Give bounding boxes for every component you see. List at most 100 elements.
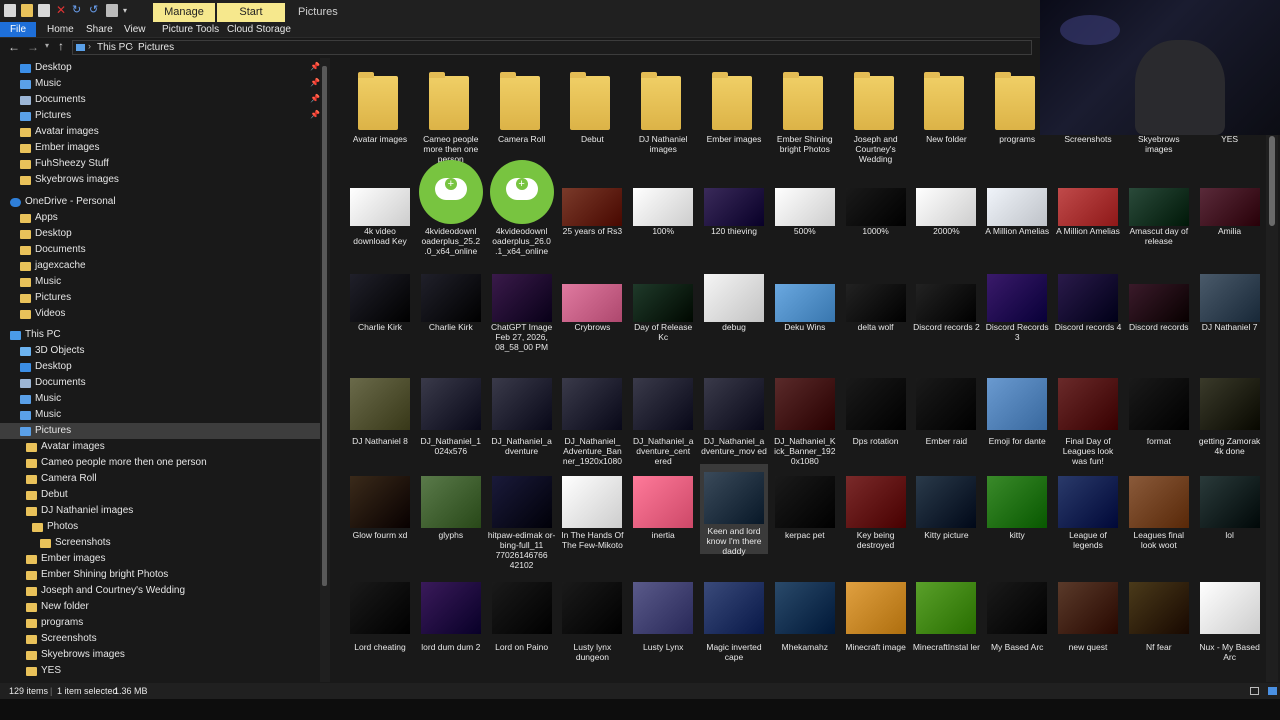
- tab-picture-tools[interactable]: Picture Tools: [162, 22, 219, 37]
- file-item[interactable]: kitty: [983, 468, 1051, 558]
- tab-cloud-storage[interactable]: Cloud Storage: [227, 22, 291, 37]
- file-item[interactable]: Discord records 4: [1054, 264, 1122, 354]
- file-item[interactable]: 4k video download Key: [346, 168, 414, 258]
- file-item[interactable]: Ember Shining bright Photos: [771, 72, 839, 162]
- file-item[interactable]: Deku Wins: [771, 264, 839, 354]
- large-icons-view-icon[interactable]: [1268, 687, 1277, 695]
- breadcrumb-pictures[interactable]: Pictures: [138, 42, 174, 53]
- recent-locations-chevron-icon[interactable]: ▾: [45, 41, 49, 50]
- file-item[interactable]: DJ_Nathaniel_a dventure_mov ed: [700, 370, 768, 460]
- file-item[interactable]: Day of Release Kc: [629, 264, 697, 354]
- nav-item[interactable]: Pictures: [20, 108, 71, 124]
- nav-item[interactable]: Debut: [26, 487, 68, 503]
- file-item[interactable]: DJ_Nathaniel_a dventure: [488, 370, 556, 460]
- file-item[interactable]: 120 thieving: [700, 168, 768, 258]
- file-item[interactable]: Kitty picture: [912, 468, 980, 558]
- file-item[interactable]: DJ Nathaniel 8: [346, 370, 414, 460]
- file-item[interactable]: MinecraftInstal ler: [912, 574, 980, 664]
- nav-item[interactable]: jagexcache: [20, 258, 86, 274]
- file-item[interactable]: 2000%: [912, 168, 980, 258]
- nav-item[interactable]: Screenshots: [40, 535, 111, 551]
- nav-item[interactable]: Videos: [20, 306, 65, 322]
- file-item[interactable]: Joseph and Courtney's Wedding: [842, 72, 910, 164]
- nav-item[interactable]: Avatar images: [20, 124, 99, 140]
- delete-icon[interactable]: ✕: [55, 4, 67, 17]
- nav-item[interactable]: New folder: [26, 599, 89, 615]
- details-view-icon[interactable]: [1250, 687, 1259, 695]
- file-item[interactable]: DJ Nathaniel 7: [1196, 264, 1264, 354]
- redo-icon[interactable]: ↻: [72, 4, 84, 17]
- nav-item[interactable]: Cameo people more then one person: [26, 455, 207, 471]
- breadcrumb-this-pc[interactable]: This PC: [97, 42, 133, 53]
- file-item[interactable]: Mhekamahz: [771, 574, 839, 664]
- file-item[interactable]: DJ_Nathaniel_K ick_Banner_192 0x1080: [771, 370, 839, 466]
- file-item[interactable]: Charlie Kirk: [346, 264, 414, 354]
- nav-item[interactable]: DJ Nathaniel images: [26, 503, 133, 519]
- nav-item[interactable]: programs: [26, 615, 83, 631]
- nav-item[interactable]: Desktop: [20, 226, 72, 242]
- nav-item[interactable]: Desktop: [20, 60, 72, 76]
- nav-item[interactable]: Music: [20, 76, 61, 92]
- nav-item[interactable]: OneDrive - Personal: [10, 194, 116, 210]
- file-item[interactable]: Discord records 2: [912, 264, 980, 354]
- file-item[interactable]: In The Hands Of The Few-Mikoto: [558, 468, 626, 558]
- file-item[interactable]: lol: [1196, 468, 1264, 558]
- properties-icon[interactable]: [4, 4, 16, 17]
- file-item[interactable]: kerpac pet: [771, 468, 839, 558]
- nav-item[interactable]: YES: [26, 663, 61, 679]
- back-arrow-icon[interactable]: ←: [8, 40, 20, 54]
- file-item[interactable]: hitpaw-edimak or-bing-full_11 7702614676…: [488, 468, 556, 570]
- file-item[interactable]: +4kvideodownl oaderplus_26.0 .1_x64_onli…: [488, 160, 556, 258]
- nav-item[interactable]: 3D Objects: [20, 343, 84, 359]
- nav-item[interactable]: Skyebrows images: [20, 172, 119, 188]
- file-item[interactable]: Final Day of Leagues look was fun!: [1054, 370, 1122, 466]
- file-item[interactable]: Cameo people more then one person: [417, 72, 485, 164]
- tab-view[interactable]: View: [124, 22, 146, 37]
- file-item[interactable]: Lord cheating: [346, 574, 414, 664]
- file-item[interactable]: Discord records: [1125, 264, 1193, 354]
- file-item[interactable]: A Million Amelias: [983, 168, 1051, 258]
- file-item[interactable]: Emoji for dante: [983, 370, 1051, 460]
- copy-icon[interactable]: [38, 4, 50, 17]
- file-item[interactable]: 25 years of Rs3: [558, 168, 626, 258]
- nav-item[interactable]: Music: [20, 407, 61, 423]
- file-item[interactable]: New folder: [912, 72, 980, 162]
- nav-item[interactable]: Screenshots: [26, 631, 97, 647]
- up-arrow-icon[interactable]: ↑: [58, 39, 64, 53]
- file-item[interactable]: Key being destroyed: [842, 468, 910, 558]
- nav-item[interactable]: Documents: [20, 242, 86, 258]
- nav-item[interactable]: Ember images: [26, 551, 105, 567]
- navigation-scrollbar-thumb[interactable]: [322, 66, 327, 586]
- manage-context-tab[interactable]: Manage: [153, 3, 215, 22]
- file-item[interactable]: glyphs: [417, 468, 485, 558]
- file-item[interactable]: new quest: [1054, 574, 1122, 664]
- nav-item[interactable]: Skyebrows images: [26, 647, 125, 663]
- file-item[interactable]: Minecraft image: [842, 574, 910, 664]
- file-item[interactable]: DJ_Nathaniel_a dventure_cent ered: [629, 370, 697, 466]
- file-item[interactable]: Charlie Kirk: [417, 264, 485, 354]
- address-field[interactable]: ›: [72, 40, 1032, 55]
- nav-item[interactable]: Avatar images: [26, 439, 105, 455]
- file-item[interactable]: Avatar images: [346, 72, 414, 162]
- nav-item[interactable]: Music: [20, 274, 61, 290]
- file-item[interactable]: inertia: [629, 468, 697, 558]
- file-item[interactable]: Nf fear: [1125, 574, 1193, 664]
- file-item[interactable]: 500%: [771, 168, 839, 258]
- file-item[interactable]: Debut: [558, 72, 626, 162]
- nav-item[interactable]: This PC: [10, 327, 61, 343]
- nav-item[interactable]: Music: [20, 391, 61, 407]
- nav-item[interactable]: Ember images: [20, 140, 99, 156]
- file-item[interactable]: Amilia: [1196, 168, 1264, 258]
- file-item[interactable]: DJ Nathaniel images: [629, 72, 697, 162]
- file-item[interactable]: format: [1125, 370, 1193, 460]
- file-item[interactable]: +4kvideodownl oaderplus_25.2 .0_x64_onli…: [417, 160, 485, 258]
- file-item[interactable]: A Million Amelias: [1054, 168, 1122, 258]
- file-item[interactable]: getting Zamorak 4k done: [1196, 370, 1264, 460]
- file-item[interactable]: Leagues final look woot: [1125, 468, 1193, 558]
- nav-item[interactable]: Camera Roll: [26, 471, 97, 487]
- file-item[interactable]: Amascut day of release: [1125, 168, 1193, 258]
- tab-home[interactable]: Home: [47, 22, 74, 37]
- nav-item[interactable]: Documents: [20, 92, 86, 108]
- nav-item[interactable]: Pictures: [20, 290, 71, 306]
- file-item[interactable]: Nux - My Based Arc: [1196, 574, 1264, 664]
